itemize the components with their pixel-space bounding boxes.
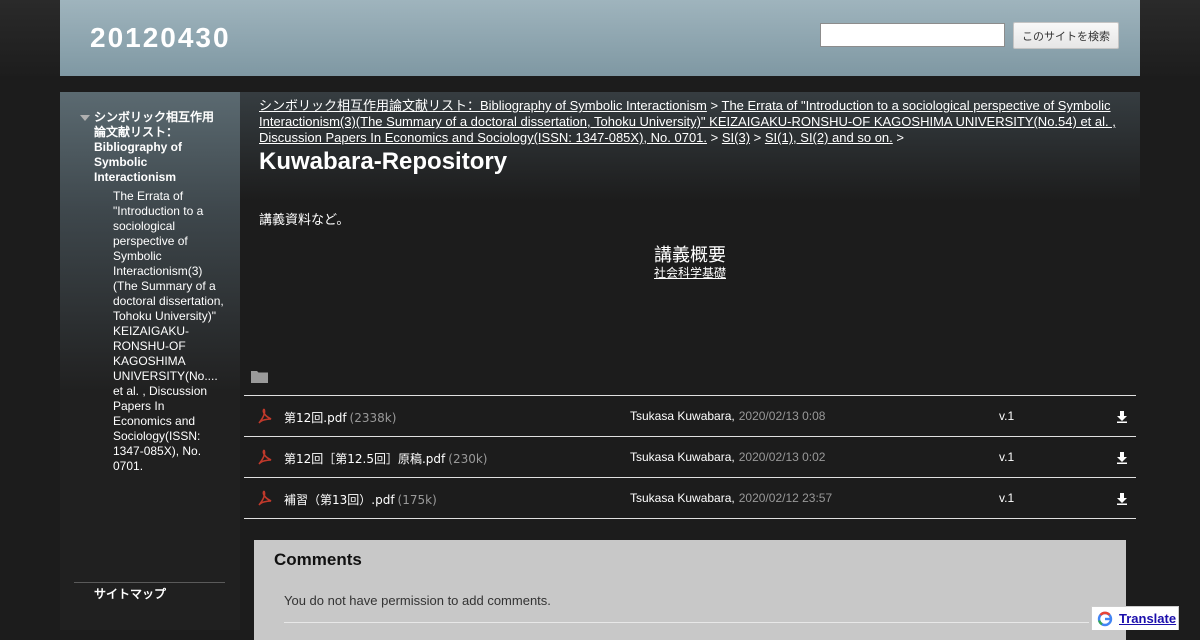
collapse-arrow-icon[interactable] xyxy=(80,115,90,121)
breadcrumb-separator: > xyxy=(710,98,719,113)
file-version[interactable]: v.1 xyxy=(999,409,1014,423)
pdf-icon xyxy=(257,449,273,470)
file-size: (175k) xyxy=(397,493,437,507)
download-icon[interactable] xyxy=(1116,492,1128,510)
file-date: 2020/02/12 23:57 xyxy=(738,491,833,505)
main-content: シンボリック相互作用論文献リスト：Bibliography of Symboli… xyxy=(240,92,1140,640)
file-version[interactable]: v.1 xyxy=(999,491,1014,505)
file-meta: Tsukasa Kuwabara, 2020/02/12 23:57 xyxy=(630,491,832,505)
breadcrumb-separator: > xyxy=(710,130,719,145)
site-header: 20120430 このサイトを検索 xyxy=(60,0,1140,76)
file-row: 第12回［第12.5回］原稿.pdf (230k) Tsukasa Kuwabar… xyxy=(244,436,1136,477)
file-meta: Tsukasa Kuwabara, 2020/02/13 0:08 xyxy=(630,409,825,423)
file-date: 2020/02/13 0:02 xyxy=(738,450,826,464)
file-meta: Tsukasa Kuwabara, 2020/02/13 0:02 xyxy=(630,450,825,464)
comments-title: Comments xyxy=(274,550,362,569)
file-name[interactable]: 第12回.pdf xyxy=(284,411,347,425)
breadcrumb-link-si3[interactable]: SI(3) xyxy=(722,130,750,145)
download-icon[interactable] xyxy=(1116,451,1128,469)
search-input[interactable] xyxy=(820,23,1005,47)
sidebar-item-bibliography[interactable]: シンボリック相互作用論文献リスト：Bibliography of Symboli… xyxy=(94,110,224,185)
sidebar-item-sitemap[interactable]: サイトマップ xyxy=(94,585,166,602)
file-author: Tsukasa Kuwabara, xyxy=(630,450,735,464)
comments-permission-text: You do not have permission to add commen… xyxy=(284,593,551,608)
file-author: Tsukasa Kuwabara, xyxy=(630,491,735,505)
file-row: 第12回.pdf (2338k) Tsukasa Kuwabara, 2020/02… xyxy=(244,395,1136,436)
download-icon[interactable] xyxy=(1116,410,1128,428)
breadcrumb-link-bibliography[interactable]: シンボリック相互作用論文献リスト：Bibliography of Symboli… xyxy=(259,98,707,113)
file-link[interactable]: 第12回［第12.5回］原稿.pdf (230k) xyxy=(284,450,487,467)
file-list: 第12回.pdf (2338k) Tsukasa Kuwabara, 2020/02… xyxy=(244,395,1136,519)
file-size: (230k) xyxy=(448,452,488,466)
breadcrumb: シンボリック相互作用論文献リスト：Bibliography of Symboli… xyxy=(259,98,1129,146)
google-g-icon xyxy=(1097,611,1113,632)
file-size: (2338k) xyxy=(349,411,397,425)
search-button[interactable]: このサイトを検索 xyxy=(1013,22,1119,49)
pdf-icon xyxy=(257,490,273,511)
sidebar-item-errata[interactable]: The Errata of "Introduction to a sociolo… xyxy=(113,189,225,474)
folder-icon[interactable] xyxy=(251,369,268,388)
breadcrumb-separator: > xyxy=(896,130,904,145)
file-version[interactable]: v.1 xyxy=(999,450,1014,464)
file-date: 2020/02/13 0:08 xyxy=(738,409,826,423)
site-title[interactable]: 20120430 xyxy=(90,22,231,54)
file-link[interactable]: 補習（第13回）.pdf (175k) xyxy=(284,491,437,508)
breadcrumb-separator: > xyxy=(753,130,762,145)
page-title: Kuwabara-Repository xyxy=(259,148,508,175)
file-name[interactable]: 補習（第13回）.pdf xyxy=(284,493,395,507)
pdf-icon xyxy=(257,408,273,429)
lecture-link[interactable]: 社会科学基礎 xyxy=(590,264,790,281)
translate-link[interactable]: Translate xyxy=(1119,611,1176,626)
sidebar-divider xyxy=(74,582,225,583)
comments-section: Comments You do not have permission to a… xyxy=(254,540,1126,640)
comments-divider xyxy=(284,622,1089,623)
translate-widget[interactable]: Translate xyxy=(1091,606,1179,630)
file-link[interactable]: 第12回.pdf (2338k) xyxy=(284,409,396,426)
file-author: Tsukasa Kuwabara, xyxy=(630,409,735,423)
file-row: 補習（第13回）.pdf (175k) Tsukasa Kuwabara, 2020… xyxy=(244,477,1136,519)
intro-text: 講義資料など。 xyxy=(259,213,350,228)
file-name[interactable]: 第12回［第12.5回］原稿.pdf xyxy=(284,452,445,466)
sidebar: シンボリック相互作用論文献リスト：Bibliography of Symboli… xyxy=(60,92,240,630)
breadcrumb-link-si1-si2[interactable]: SI(1), SI(2) and so on. xyxy=(765,130,893,145)
